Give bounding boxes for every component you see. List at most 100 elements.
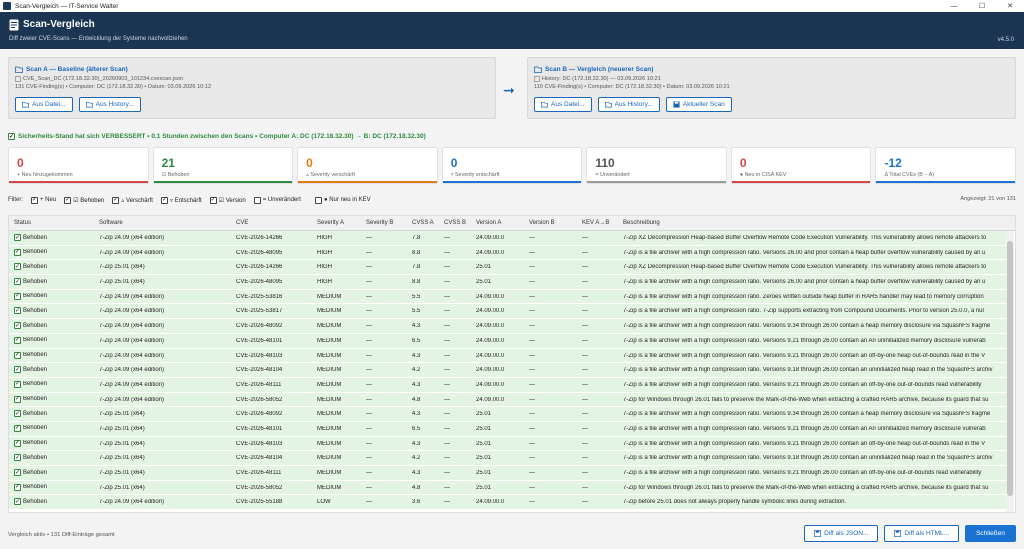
- filter-unchanged[interactable]: = Unverändert: [253, 196, 301, 204]
- folder-open-icon: [541, 101, 548, 108]
- filter-fixed-checkbox[interactable]: [64, 196, 72, 204]
- cell-cvss-a: 4.2: [412, 455, 421, 462]
- cell-kev: —: [582, 381, 588, 388]
- scan-a-info: 131 CVE-Finding(s) • Computer: DC (172.1…: [15, 84, 212, 90]
- diff-table: Status Software CVE Severity A Severity …: [8, 215, 1016, 513]
- check-icon: [8, 133, 15, 140]
- cell-cvss-b: —: [444, 323, 450, 330]
- filter-severity-down-checkbox[interactable]: [160, 196, 168, 204]
- filter-severity-up-checkbox[interactable]: [112, 196, 120, 204]
- cell-version-b: —: [529, 396, 535, 403]
- cell-kev: —: [582, 279, 588, 286]
- column-header-description[interactable]: Beschreibung: [623, 220, 660, 226]
- column-header-cve[interactable]: CVE: [236, 220, 248, 226]
- column-header-version-b[interactable]: Version B: [529, 220, 555, 226]
- cell-severity-a: MEDIUM: [317, 367, 342, 374]
- cell-software: 7-Zip 24.09 (x64 edition): [99, 367, 165, 374]
- table-row[interactable]: Behoben 7-Zip 24.09 (x64 edition) CVE-2025…: [9, 289, 1007, 305]
- cell-cve: CVE-2026-48092: [236, 323, 283, 330]
- scrollbar-thumb[interactable]: [1007, 241, 1013, 496]
- cell-cvss-b: —: [444, 264, 450, 271]
- column-header-status[interactable]: Status: [14, 220, 31, 226]
- minimize-button[interactable]: —: [940, 0, 968, 12]
- cell-cvss-a: 4.2: [412, 367, 421, 374]
- export-json-button[interactable]: Diff als JSON...: [804, 525, 879, 542]
- scan-b-from-history-button[interactable]: Aus History...: [597, 97, 660, 112]
- file-icon: [534, 76, 540, 82]
- column-header-version-a[interactable]: Version A: [476, 220, 501, 226]
- table-row[interactable]: Behoben 7-Zip 25.01 (x64) CVE-2026-48101 ME…: [9, 421, 1007, 437]
- scan-b-current-scan-button[interactable]: Aktueller Scan: [665, 97, 732, 112]
- filter-version[interactable]: ☑ Version: [209, 196, 246, 204]
- table-row[interactable]: Behoben 7-Zip 25.01 (x64) CVE-2026-48104 ME…: [9, 451, 1007, 466]
- check-icon: [14, 380, 21, 388]
- cell-cvss-b: —: [444, 411, 450, 418]
- status-text: Behoben: [23, 293, 48, 300]
- window-titlebar: Scan-Vergleich — IT-Service Walter — ☐ ✕: [0, 0, 1024, 12]
- filter-kev-only[interactable]: ● Nur neu in KEV: [314, 196, 371, 204]
- table-row[interactable]: Behoben 7-Zip 25.01 (x64) CVE-2026-14266 HI…: [9, 260, 1007, 276]
- filter-kev-only-checkbox[interactable]: [314, 196, 322, 204]
- table-row[interactable]: Behoben 7-Zip 24.09 (x64 edition) CVE-2026…: [9, 348, 1007, 364]
- table-row[interactable]: Behoben 7-Zip 25.01 (x64) CVE-2026-48092 ME…: [9, 407, 1007, 422]
- column-header-cvss-b[interactable]: CVSS B: [444, 220, 466, 226]
- table-row[interactable]: Behoben 7-Zip 24.09 (x64 edition) CVE-2026…: [9, 392, 1007, 408]
- cell-severity-b: —: [366, 352, 372, 359]
- cell-version-a: 25.01: [476, 470, 492, 476]
- cell-cve: CVE-2026-48111: [236, 470, 282, 476]
- column-header-kev[interactable]: KEV A→B: [582, 220, 609, 226]
- cell-cvss-a: 4.3: [412, 323, 421, 330]
- scan-a-from-history-button[interactable]: Aus History...: [78, 97, 141, 112]
- cell-cve: CVE-2026-48092: [236, 411, 283, 418]
- cell-severity-b: —: [366, 264, 372, 271]
- column-header-severity-b[interactable]: Severity B: [366, 220, 393, 226]
- column-header-cvss-a[interactable]: CVSS A: [412, 220, 434, 226]
- table-row[interactable]: Behoben 7-Zip 24.09 (x64 edition) CVE-2026…: [9, 363, 1007, 378]
- table-row[interactable]: Behoben 7-Zip 24.09 (x64 edition) CVE-2026…: [9, 377, 1007, 393]
- table-row[interactable]: Behoben 7-Zip 24.09 (x64 edition) CVE-2026…: [9, 319, 1007, 334]
- cell-description: 7-Zip is a file archiver with a high com…: [623, 411, 991, 418]
- table-row[interactable]: Behoben 7-Zip 24.09 (x64 edition) CVE-2026…: [9, 231, 1007, 246]
- summary-banner: Sicherheits-Stand hat sich VERBESSERT • …: [8, 133, 426, 140]
- cell-status: Behoben: [14, 336, 47, 344]
- close-button[interactable]: Schließen: [965, 525, 1016, 542]
- scan-b-title: Scan B — Vergleich (neuerer Scan): [534, 66, 653, 73]
- cell-cvss-b: —: [444, 249, 450, 256]
- table-scrollbar[interactable]: [1006, 231, 1014, 512]
- cell-cvss-b: —: [444, 367, 450, 374]
- maximize-button[interactable]: ☐: [968, 0, 996, 12]
- column-header-software[interactable]: Software: [99, 220, 123, 226]
- filter-new-checkbox[interactable]: [31, 196, 38, 204]
- cell-version-a: 24.09.00.0: [476, 308, 505, 315]
- card-fixed-label: ☑ Behoben: [161, 172, 190, 178]
- table-row[interactable]: Behoben 7-Zip 25.01 (x64) CVE-2026-58052 ME…: [9, 480, 1007, 496]
- filter-severity-up[interactable]: ▵ Verschärft: [112, 196, 153, 204]
- filter-new[interactable]: + Neu: [31, 196, 56, 204]
- scan-b-from-file-button[interactable]: Aus Datei...: [534, 97, 592, 112]
- table-row[interactable]: Behoben 7-Zip 25.01 (x64) CVE-2026-48095 HI…: [9, 275, 1007, 290]
- cell-kev: —: [582, 396, 588, 403]
- filter-unchanged-checkbox[interactable]: [253, 196, 261, 204]
- table-row[interactable]: Behoben 7-Zip 24.09 (x64 edition) CVE-2026…: [9, 333, 1007, 349]
- scan-a-title-text: Scan A — Baseline (älterer Scan): [26, 66, 128, 73]
- scan-a-from-file-button[interactable]: Aus Datei...: [15, 97, 73, 112]
- scan-b-from-file-label: Aus Datei...: [551, 101, 585, 108]
- cell-software: 7-Zip 25.01 (x64): [99, 279, 145, 286]
- table-row[interactable]: Behoben 7-Zip 24.09 (x64 edition) CVE-2025…: [9, 304, 1007, 320]
- cell-description: 7-Zip is a file archiver with a high com…: [623, 279, 986, 286]
- filter-severity-down[interactable]: ▿ Entschärft: [160, 196, 202, 204]
- scan-b-file: History: DC (172.18.32.30) — 03.09.2026 …: [534, 76, 661, 82]
- filter-fixed[interactable]: ☑ Behoben: [64, 196, 104, 204]
- filter-version-checkbox[interactable]: [209, 196, 217, 204]
- table-row[interactable]: Behoben 7-Zip 25.01 (x64) CVE-2026-48111 ME…: [9, 466, 1007, 481]
- cell-severity-b: —: [366, 455, 372, 462]
- table-row[interactable]: Behoben 7-Zip 24.09 (x64 edition) CVE-2025…: [9, 495, 1007, 511]
- close-window-button[interactable]: ✕: [996, 0, 1024, 12]
- status-text: Behoben: [23, 307, 48, 314]
- column-header-severity-a[interactable]: Severity A: [317, 220, 344, 226]
- table-row[interactable]: Behoben 7-Zip 24.09 (x64 edition) CVE-2026…: [9, 245, 1007, 261]
- export-html-button[interactable]: Diff als HTML...: [884, 525, 960, 542]
- table-row[interactable]: Behoben 7-Zip 25.01 (x64) CVE-2026-48103 ME…: [9, 436, 1007, 452]
- cell-software: 7-Zip 25.01 (x64): [99, 411, 145, 418]
- cell-cve: CVE-2026-48103: [236, 352, 283, 359]
